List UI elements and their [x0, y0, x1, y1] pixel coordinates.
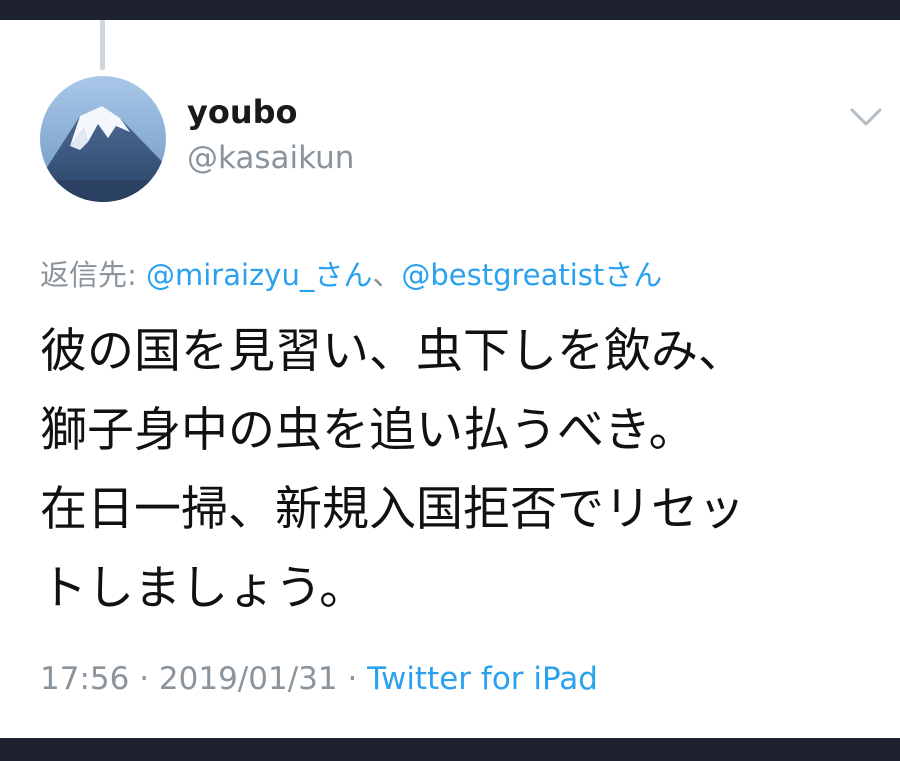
meta-separator: · [129, 661, 159, 697]
mention-separator: 、 [372, 258, 402, 292]
meta-separator: · [337, 661, 368, 697]
tweet-screenshot: youbo @kasaikun 返信先: @miraizyu_さん、@bestg… [0, 0, 900, 761]
reply-to-prefix: 返信先: [40, 258, 146, 292]
reply-to-line: 返信先: @miraizyu_さん、@bestgreatistさん [40, 252, 662, 294]
tweet-time: 17:56 [40, 661, 130, 697]
top-bar [0, 0, 900, 20]
mention-link[interactable]: @bestgreatistさん [401, 258, 662, 292]
tweet-text: 彼の国を見習い、虫下しを飲み、 獅子身中の虫を追い払うべき。 在日一掃、新規入国… [40, 312, 870, 628]
tweet-text-line: 獅子身中の虫を追い払うべき。 [40, 403, 696, 458]
tweet-text-line: 在日一掃、新規入国拒否でリセッ [40, 482, 745, 537]
mountain-avatar-icon [40, 76, 166, 202]
author-display-name[interactable]: youbo [187, 93, 298, 131]
chevron-down-icon[interactable] [848, 104, 884, 130]
bottom-bar [0, 738, 900, 761]
author-handle[interactable]: @kasaikun [187, 140, 354, 176]
avatar[interactable] [40, 76, 166, 202]
tweet-text-line: トしましょう。 [40, 561, 367, 616]
mention-link[interactable]: @miraizyu_さん [146, 258, 372, 292]
tweet-source-link[interactable]: Twitter for iPad [367, 661, 598, 697]
thread-connector-line [100, 20, 105, 70]
tweet-text-line: 彼の国を見習い、虫下しを飲み、 [40, 324, 745, 379]
tweet-date: 2019/01/31 [158, 661, 338, 697]
tweet-metadata: 17:56 · 2019/01/31 · Twitter for iPad [40, 661, 598, 697]
